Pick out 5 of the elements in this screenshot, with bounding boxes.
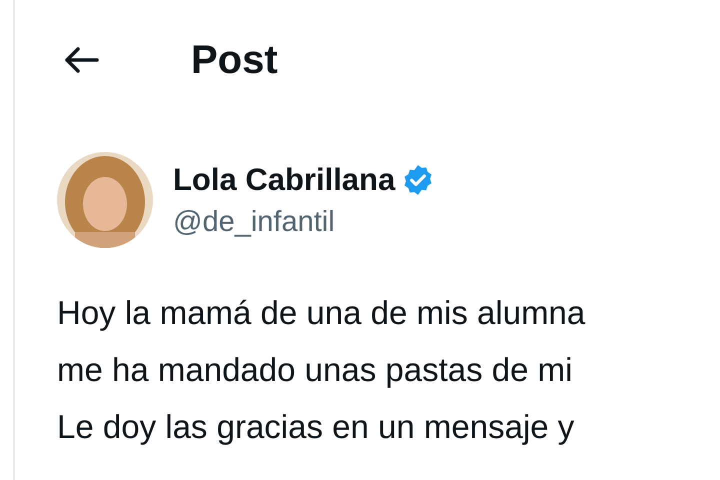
back-arrow-icon[interactable] (63, 46, 99, 74)
author-name[interactable]: Lola Cabrillana (173, 158, 396, 202)
page-title: Post (191, 37, 278, 84)
author-handle[interactable]: @de_infantil (173, 202, 436, 242)
post-text: Hoy la mamá de una de mis alumna me ha mandado unas pastas de mi Le doy las gracias en un mensaje y (56, 293, 586, 447)
